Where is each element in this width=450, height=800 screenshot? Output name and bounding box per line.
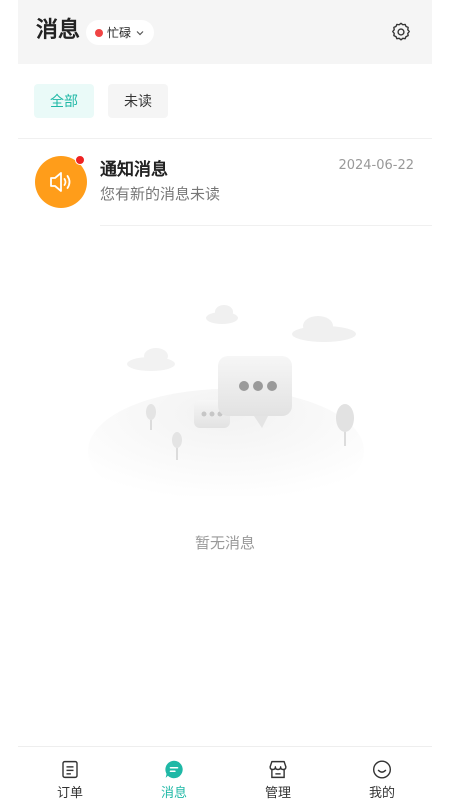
bottom-nav: 订单 消息 管理 我的 <box>18 746 432 800</box>
smile-icon <box>372 760 392 779</box>
unread-badge <box>75 155 85 165</box>
tab-unread[interactable]: 未读 <box>108 84 168 118</box>
store-icon <box>269 760 287 779</box>
header: 消息 忙碌 <box>18 0 432 64</box>
nav-item-manage[interactable]: 管理 <box>226 747 330 800</box>
message-icon <box>165 760 183 779</box>
nav-item-orders[interactable]: 订单 <box>18 747 122 800</box>
app-frame: 消息 忙碌 全部 未读 通知消息 您有新的消息未读 2024-06-22 暂无消… <box>18 0 432 800</box>
nav-label: 我的 <box>368 786 395 800</box>
empty-state-text: 暂无消息 <box>194 534 255 552</box>
nav-label: 管理 <box>264 786 291 800</box>
status-dot <box>94 28 103 37</box>
nav-item-profile[interactable]: 我的 <box>330 747 434 800</box>
divider <box>100 225 432 226</box>
page-title: 消息 <box>36 18 81 43</box>
notice-date: 2024-06-22 <box>338 158 414 173</box>
gear-icon[interactable] <box>390 21 412 43</box>
status-label: 忙碌 <box>106 26 131 40</box>
notice-title: 通知消息 <box>100 160 168 180</box>
tab-all[interactable]: 全部 <box>34 84 94 118</box>
order-icon <box>62 760 78 779</box>
nav-label: 消息 <box>160 786 187 800</box>
filter-tabs: 全部 未读 <box>18 64 432 138</box>
speaker-icon <box>50 172 71 192</box>
empty-illustration <box>88 305 364 496</box>
notice-subtitle: 您有新的消息未读 <box>100 185 221 203</box>
nav-item-messages[interactable]: 消息 <box>122 747 226 800</box>
notice-list-item[interactable]: 通知消息 您有新的消息未读 2024-06-22 <box>18 139 432 225</box>
status-selector[interactable]: 忙碌 <box>86 20 154 45</box>
chevron-down-icon <box>136 30 144 35</box>
nav-label: 订单 <box>56 786 83 800</box>
